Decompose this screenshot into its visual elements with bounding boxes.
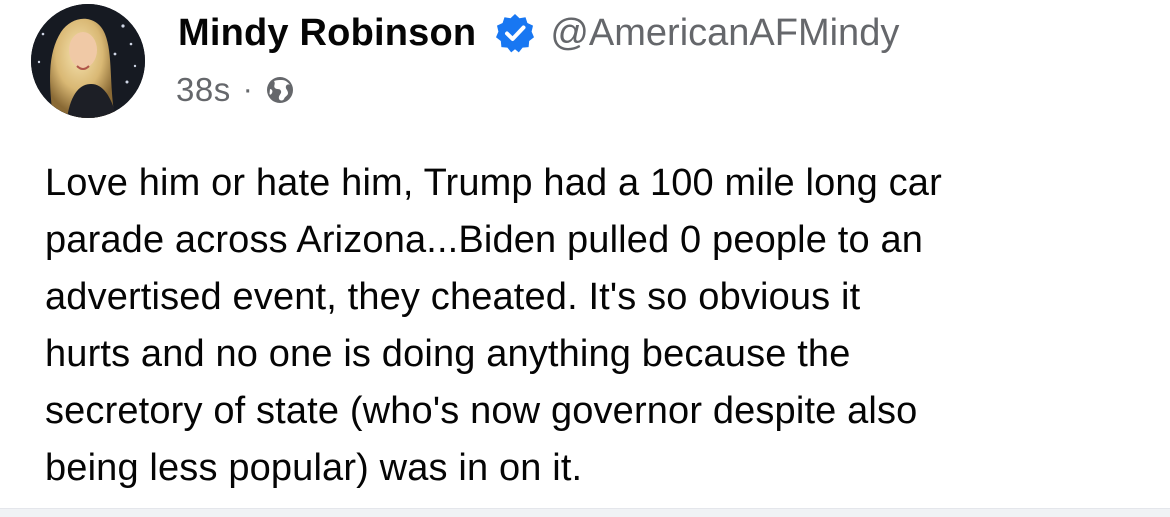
author-name[interactable]: Mindy Robinson xyxy=(178,12,476,55)
author-handle[interactable]: @AmericanAFMindy xyxy=(550,12,899,55)
meta-separator: · xyxy=(242,73,253,106)
post-text-line: parade across Arizona...Biden pulled 0 p… xyxy=(45,219,924,261)
post-text-line: hurts and no one is doing anything becau… xyxy=(45,333,851,375)
author-name-row: Mindy Robinson @AmericanAFMindy xyxy=(178,8,899,58)
post-text-line: secretory of state (who's now governor d… xyxy=(45,390,918,432)
post-text-line: advertised event, they cheated. It's so … xyxy=(45,276,861,318)
post-divider xyxy=(0,508,1170,517)
post-text-line: being less popular) was in on it. xyxy=(45,447,583,489)
post-meta: 38s · xyxy=(176,70,295,110)
author-avatar[interactable] xyxy=(31,4,145,118)
verified-badge-icon xyxy=(494,12,536,54)
post-header: Mindy Robinson @AmericanAFMindy 38s · xyxy=(0,0,1170,130)
globe-icon[interactable] xyxy=(265,75,295,105)
post-text: Love him or hate him, Trump had a 100 mi… xyxy=(45,155,1145,497)
post-text-line: Love him or hate him, Trump had a 100 mi… xyxy=(45,162,942,204)
post-timestamp[interactable]: 38s xyxy=(176,71,231,109)
